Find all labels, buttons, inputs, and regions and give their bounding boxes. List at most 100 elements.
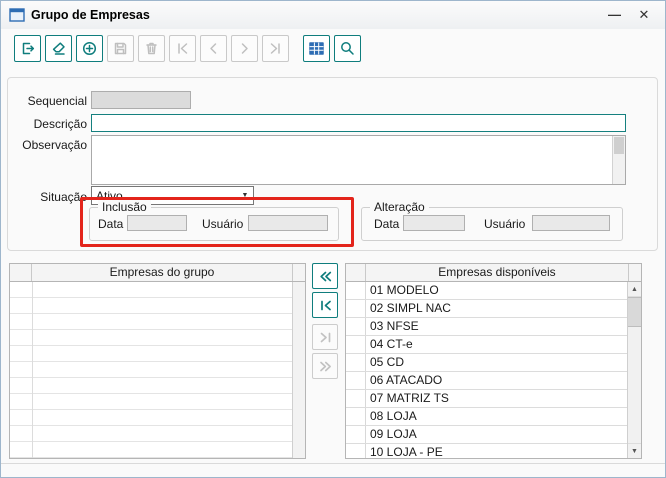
table-row[interactable]: 02 SIMPL NAC xyxy=(346,300,627,318)
company-name-cell: 07 MATRIZ TS xyxy=(370,391,449,405)
available-table-header: Empresas disponíveis xyxy=(346,264,641,282)
clear-button[interactable] xyxy=(45,35,72,62)
selector-column-header xyxy=(10,264,32,281)
company-name-cell: 08 LOJA xyxy=(370,409,417,423)
observacao-label: Observação xyxy=(22,138,87,152)
prior-record-button[interactable] xyxy=(200,35,227,62)
company-name-cell: 09 LOJA xyxy=(370,427,417,441)
chevron-down-icon[interactable]: ▼ xyxy=(237,192,253,199)
scroll-down-icon[interactable]: ▼ xyxy=(628,443,641,458)
scrollbar-thumb[interactable] xyxy=(614,137,624,154)
table-row[interactable]: 07 MATRIZ TS xyxy=(346,390,627,408)
add-button[interactable] xyxy=(76,35,103,62)
exit-door-arrow-icon xyxy=(22,42,35,55)
move-left-button[interactable] xyxy=(312,292,338,318)
alteracao-usuario-label: Usuário xyxy=(484,217,526,231)
table-row[interactable]: 05 CD xyxy=(346,354,627,372)
next-record-button[interactable] xyxy=(231,35,258,62)
double-chevron-right-icon xyxy=(319,361,331,371)
inclusao-data-label: Data xyxy=(98,217,124,231)
descricao-label: Descrição xyxy=(33,117,87,131)
alteracao-usuario-field[interactable] xyxy=(532,215,610,231)
company-name-cell: 01 MODELO xyxy=(370,283,439,297)
grupo-de-empresas-window: Grupo de Empresas — ✕ Sequencial Descriç… xyxy=(0,0,666,478)
group-table-scrollbar[interactable] xyxy=(292,282,305,458)
alteracao-title: Alteração xyxy=(370,200,429,214)
selector-column-header xyxy=(346,264,366,281)
move-right-button[interactable] xyxy=(312,324,338,350)
descricao-field[interactable] xyxy=(91,114,626,132)
row-selector-cell[interactable] xyxy=(346,300,366,317)
company-name-cell: 04 CT-e xyxy=(370,337,413,351)
window-icon xyxy=(9,8,25,22)
bar-chevron-left-icon xyxy=(320,300,331,310)
window-title: Grupo de Empresas xyxy=(31,8,150,22)
row-selector-cell[interactable] xyxy=(346,444,366,458)
table-row[interactable]: 04 CT-e xyxy=(346,336,627,354)
company-name-cell: 03 NFSE xyxy=(370,319,419,333)
close-button[interactable]: ✕ xyxy=(631,5,657,25)
minimize-button[interactable]: — xyxy=(601,5,627,25)
group-table-body[interactable] xyxy=(10,282,292,458)
bottom-divider xyxy=(1,463,665,464)
inclusao-usuario-field[interactable] xyxy=(248,215,328,231)
company-name-cell: 05 CD xyxy=(370,355,405,369)
row-selector-cell[interactable] xyxy=(346,372,366,389)
group-table-header: Empresas do grupo xyxy=(10,264,305,282)
chevron-right-bar-icon xyxy=(320,332,330,342)
company-name-cell: 02 SIMPL NAC xyxy=(370,301,451,315)
move-all-left-button[interactable] xyxy=(312,263,338,289)
row-selector-cell[interactable] xyxy=(346,318,366,335)
search-button[interactable] xyxy=(334,35,361,62)
table-row[interactable]: 03 NFSE xyxy=(346,318,627,336)
sequencial-label: Sequencial xyxy=(27,94,87,108)
save-button[interactable] xyxy=(107,35,134,62)
grid-button[interactable] xyxy=(303,35,330,62)
table-row[interactable]: 10 LOJA - PE xyxy=(346,444,627,458)
observacao-scrollbar[interactable] xyxy=(612,136,625,184)
available-table-body: 01 MODELO 02 SIMPL NAC 03 NFSE 04 CT-e 0… xyxy=(346,282,627,458)
inclusao-data-field[interactable] xyxy=(127,215,187,231)
table-row[interactable]: 01 MODELO xyxy=(346,282,627,300)
toolbar-spacer xyxy=(293,35,299,62)
scroll-up-icon[interactable]: ▲ xyxy=(628,282,641,297)
row-selector-cell[interactable] xyxy=(346,354,366,371)
plus-circle-icon xyxy=(82,41,97,56)
table-row[interactable]: 09 LOJA xyxy=(346,426,627,444)
inclusao-title: Inclusão xyxy=(98,200,151,214)
group-table-column-divider xyxy=(32,282,33,458)
next-record-icon xyxy=(241,43,248,54)
row-selector-cell[interactable] xyxy=(346,408,366,425)
group-table-header-label: Empresas do grupo xyxy=(32,264,293,281)
group-companies-table: Empresas do grupo xyxy=(9,263,306,459)
row-selector-cell[interactable] xyxy=(346,390,366,407)
sequencial-field[interactable] xyxy=(91,91,191,109)
move-all-right-button[interactable] xyxy=(312,353,338,379)
alteracao-data-label: Data xyxy=(374,217,400,231)
first-record-button[interactable] xyxy=(169,35,196,62)
row-selector-cell[interactable] xyxy=(346,426,366,443)
scrollbar-thumb[interactable] xyxy=(628,297,641,327)
header-scrollbar-gap xyxy=(629,264,641,281)
table-row[interactable]: 06 ATACADO xyxy=(346,372,627,390)
available-companies-table: Empresas disponíveis 01 MODELO 02 SIMPL … xyxy=(345,263,642,459)
eraser-icon xyxy=(52,42,65,55)
titlebar[interactable]: Grupo de Empresas — ✕ xyxy=(1,1,665,29)
available-table-scrollbar[interactable]: ▲ ▼ xyxy=(627,282,641,458)
situacao-label: Situação xyxy=(40,190,87,204)
table-grid-icon xyxy=(309,42,324,55)
first-record-icon xyxy=(178,43,188,54)
exit-button[interactable] xyxy=(14,35,41,62)
row-selector-cell[interactable] xyxy=(346,336,366,353)
alteracao-groupbox: Alteração Data Usuário xyxy=(361,200,623,241)
alteracao-data-field[interactable] xyxy=(403,215,465,231)
company-name-cell: 10 LOJA - PE xyxy=(370,445,443,458)
observacao-field[interactable] xyxy=(91,135,626,185)
double-chevron-left-icon xyxy=(319,271,331,281)
table-row[interactable]: 08 LOJA xyxy=(346,408,627,426)
magnifier-icon xyxy=(341,42,354,55)
row-selector-cell[interactable] xyxy=(346,282,366,299)
delete-button[interactable] xyxy=(138,35,165,62)
last-record-button[interactable] xyxy=(262,35,289,62)
trash-icon xyxy=(146,42,157,55)
